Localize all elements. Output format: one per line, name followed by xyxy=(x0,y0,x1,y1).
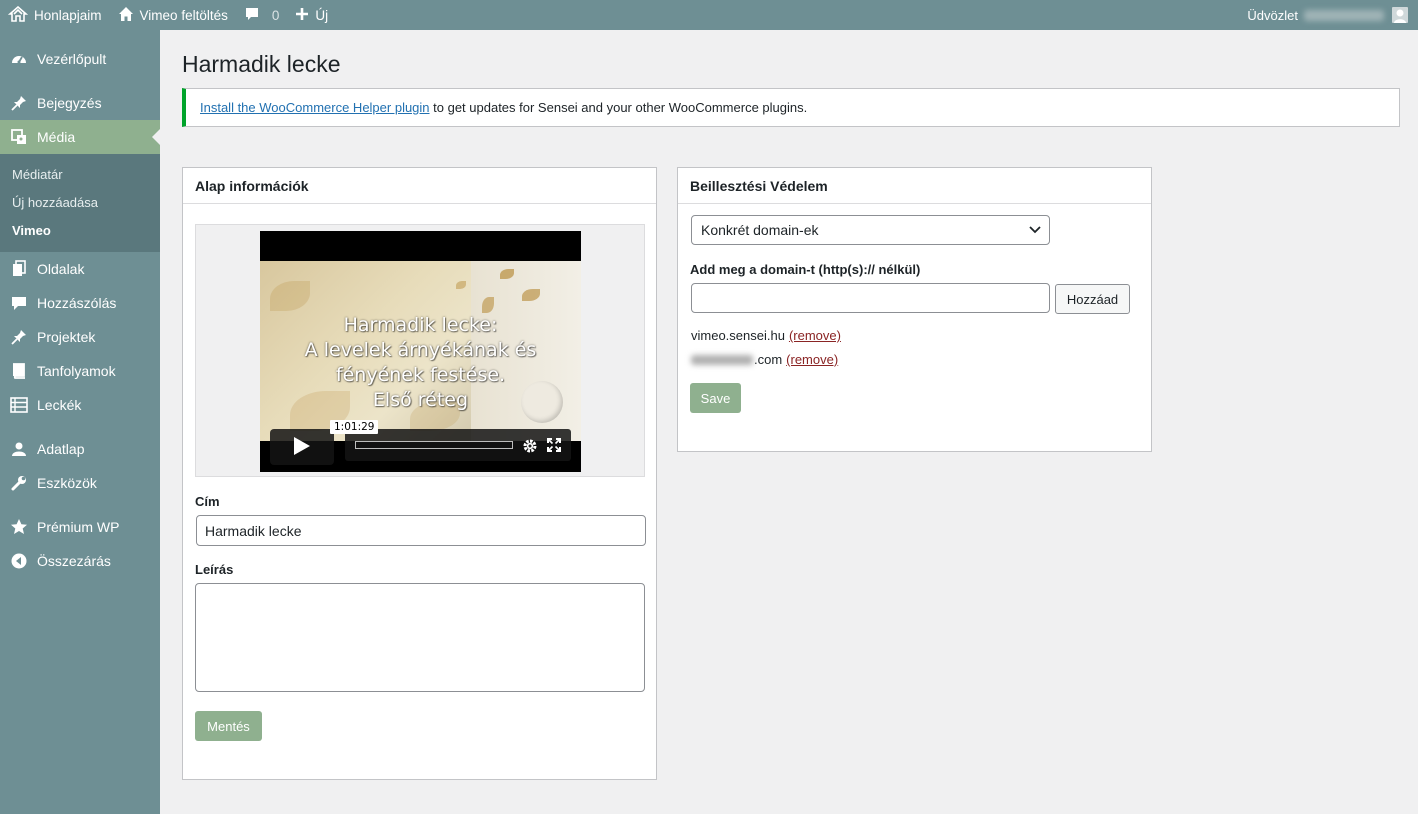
remove-domain-link[interactable]: (remove) xyxy=(789,328,841,343)
admin-bar: Honlapjaim Vimeo feltöltés 0 Új Üdvözlet xyxy=(0,0,1418,30)
media-icon xyxy=(9,127,29,147)
star-icon xyxy=(9,517,29,537)
media-submenu: Médiatár Új hozzáadása Vimeo xyxy=(0,154,160,252)
site-name: Honlapjaim xyxy=(34,7,102,23)
video-title-line: fényének festése. xyxy=(335,364,506,386)
pages-icon xyxy=(9,259,29,279)
menu-dashboard[interactable]: Vezérlőpult xyxy=(0,42,160,76)
list-icon xyxy=(9,395,29,415)
domain-input-label: Add meg a domain-t (http(s):// nélkül) xyxy=(690,262,921,277)
domain-name: .com xyxy=(754,352,783,367)
play-button[interactable] xyxy=(270,429,334,465)
upload-label: Vimeo feltöltés xyxy=(139,7,228,23)
vimeo-upload-link[interactable]: Vimeo feltöltés xyxy=(110,0,236,30)
comments-link[interactable]: 0 xyxy=(236,0,288,30)
menu-profile[interactable]: Adatlap xyxy=(0,432,160,466)
video-player[interactable]: Harmadik lecke: A levelek árnyékának és … xyxy=(260,231,581,472)
dashboard-icon xyxy=(9,49,29,69)
remove-domain-link[interactable]: (remove) xyxy=(786,352,838,367)
menu-comments-label: Hozzászólás xyxy=(37,295,117,311)
menu-projects[interactable]: Projektek xyxy=(0,320,160,354)
menu-premium-label: Prémium WP xyxy=(37,519,120,535)
menu-pages[interactable]: Oldalak xyxy=(0,252,160,286)
greeting: Üdvözlet xyxy=(1247,7,1298,23)
basic-info-header: Alap információk xyxy=(183,168,656,204)
description-textarea[interactable] xyxy=(195,583,645,692)
pin-icon xyxy=(9,93,29,113)
menu-dashboard-label: Vezérlőpult xyxy=(37,51,107,67)
menu-courses[interactable]: Tanfolyamok xyxy=(0,354,160,388)
network-icon xyxy=(7,5,34,25)
new-label: Új xyxy=(315,7,329,23)
my-account[interactable]: Üdvözlet xyxy=(1247,7,1418,23)
basic-info-box: Alap információk Harmadik lecke: A level… xyxy=(182,167,657,780)
menu-courses-label: Tanfolyamok xyxy=(37,363,116,379)
domain-list-item: .com (remove) xyxy=(691,352,838,367)
domain-list-item: vimeo.sensei.hu (remove) xyxy=(691,328,841,343)
redacted-username xyxy=(1304,9,1384,21)
video-title-line: A levelek árnyékának és xyxy=(304,339,537,361)
submenu-add-new[interactable]: Új hozzáadása xyxy=(0,188,160,216)
menu-premium[interactable]: Prémium WP xyxy=(0,510,160,544)
menu-media-label: Média xyxy=(37,129,76,145)
comment-icon xyxy=(244,6,266,25)
video-title-line: Harmadik lecke: xyxy=(343,314,498,336)
plus-icon xyxy=(295,7,315,24)
title-label: Cím xyxy=(195,494,220,509)
pin-icon xyxy=(9,327,29,347)
notice-text: to get updates for Sensei and your other… xyxy=(429,100,808,115)
menu-lessons[interactable]: Leckék xyxy=(0,388,160,422)
description-label: Leírás xyxy=(195,562,234,577)
domain-name: vimeo.sensei.hu xyxy=(691,328,785,343)
menu-projects-label: Projektek xyxy=(37,329,96,345)
redacted-domain xyxy=(691,354,753,365)
admin-sidebar: Vezérlőpult Bejegyzés Média Médiatár Új … xyxy=(0,30,160,814)
install-helper-link[interactable]: Install the WooCommerce Helper plugin xyxy=(200,100,430,115)
submenu-media-library[interactable]: Médiatár xyxy=(0,160,160,188)
domain-input[interactable] xyxy=(691,283,1050,313)
menu-collapse-label: Összezárás xyxy=(37,553,111,569)
add-domain-button[interactable]: Hozzáad xyxy=(1055,284,1130,314)
save-button[interactable]: Mentés xyxy=(195,711,262,741)
domain-mode-value: Konkrét domain-ek xyxy=(701,222,819,238)
comments-count: 0 xyxy=(271,7,280,23)
submenu-vimeo[interactable]: Vimeo xyxy=(0,216,160,244)
menu-profile-label: Adatlap xyxy=(37,441,85,457)
play-icon xyxy=(293,436,311,459)
woocommerce-notice: Install the WooCommerce Helper plugin to… xyxy=(182,88,1400,127)
book-icon xyxy=(9,361,29,381)
menu-posts-label: Bejegyzés xyxy=(37,95,102,111)
menu-pages-label: Oldalak xyxy=(37,261,85,277)
progress-track[interactable] xyxy=(355,441,513,449)
fullscreen-icon[interactable] xyxy=(547,438,561,455)
menu-posts[interactable]: Bejegyzés xyxy=(0,86,160,120)
embed-protection-box: Beillesztési Védelem Konkrét domain-ek A… xyxy=(677,167,1152,452)
video-title-overlay: Harmadik lecke: A levelek árnyékának és … xyxy=(260,313,581,413)
title-input[interactable]: Harmadik lecke xyxy=(196,515,646,546)
menu-collapse[interactable]: Összezárás xyxy=(0,544,160,578)
wrench-icon xyxy=(9,473,29,493)
site-menu[interactable]: Honlapjaim xyxy=(0,0,110,30)
menu-lessons-label: Leckék xyxy=(37,397,82,413)
menu-tools-label: Eszközök xyxy=(37,475,97,491)
new-content-link[interactable]: Új xyxy=(287,0,336,30)
video-title-line: Első réteg xyxy=(372,389,469,411)
menu-media[interactable]: Média xyxy=(0,120,160,154)
embed-save-button[interactable]: Save xyxy=(690,383,741,413)
menu-comments[interactable]: Hozzászólás xyxy=(0,286,160,320)
settings-gear-icon[interactable] xyxy=(522,438,538,457)
user-icon xyxy=(9,439,29,459)
domain-mode-select[interactable]: Konkrét domain-ek xyxy=(691,215,1050,245)
menu-tools[interactable]: Eszközök xyxy=(0,466,160,500)
embed-protection-header: Beillesztési Védelem xyxy=(678,168,1151,204)
home-icon xyxy=(118,6,140,25)
video-duration: 1:01:29 xyxy=(330,420,379,434)
comment-icon xyxy=(9,293,29,313)
video-preview: Harmadik lecke: A levelek árnyékának és … xyxy=(195,224,645,477)
collapse-icon xyxy=(9,551,29,571)
page-title: Harmadik lecke xyxy=(182,51,341,77)
avatar xyxy=(1392,7,1408,23)
